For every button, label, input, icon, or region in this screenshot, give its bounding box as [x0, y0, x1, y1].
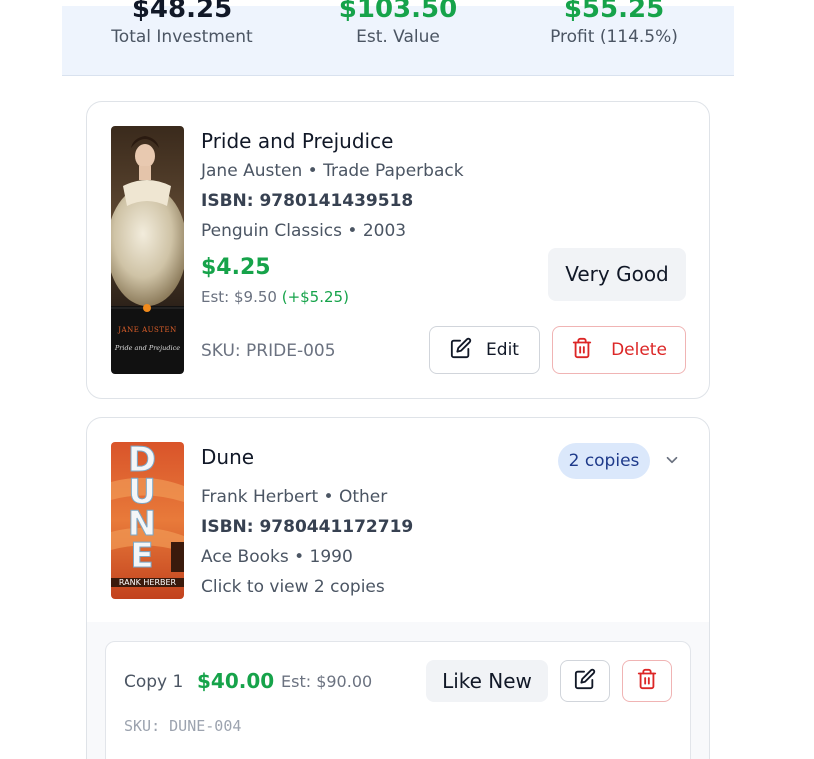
book-cover-image: JANE AUSTEN Pride and Prejudice [111, 126, 184, 374]
est-value-value: $103.50 [338, 0, 458, 24]
est-value-label: Est. Value [356, 27, 440, 47]
delete-button[interactable]: Delete [552, 326, 686, 374]
copy-edit-button[interactable] [560, 660, 610, 702]
cover-title-text: DUNE [127, 442, 157, 576]
copy-delete-button[interactable] [622, 660, 672, 702]
copy-label: Copy 1 [124, 672, 184, 692]
cover-author-text: JANE AUSTEN [118, 326, 177, 334]
pencil-square-icon [574, 668, 596, 694]
profit-stat: $55.25 Profit (114.5%) [514, 0, 714, 47]
book-publisher-year: Penguin Classics • 2003 [201, 221, 407, 241]
copy-condition-badge: Like New [426, 660, 548, 702]
book-gain: (+$5.25) [281, 288, 349, 306]
book-est-value: Est: $9.50 (+$5.25) [201, 288, 349, 306]
book-isbn: ISBN: 9780441172719 [201, 517, 414, 537]
book-title: Pride and Prejudice [201, 129, 394, 153]
condition-badge: Very Good [548, 248, 686, 301]
profit-value: $55.25 [563, 0, 665, 24]
book-isbn: ISBN: 9780141439518 [201, 191, 414, 211]
total-investment-value: $48.25 [131, 0, 233, 24]
pencil-square-icon [450, 337, 472, 364]
book-publisher-year: Ace Books • 1990 [201, 547, 353, 567]
book-card-dune[interactable]: DUNE RANK HERBER Dune Frank Herbert • Ot… [86, 417, 710, 759]
trash-icon [636, 668, 658, 694]
book-card-pride-and-prejudice[interactable]: JANE AUSTEN Pride and Prejudice Pride an… [86, 101, 710, 399]
total-investment-label: Total Investment [111, 27, 253, 47]
est-value-stat: $103.50 Est. Value [298, 0, 498, 47]
book-title: Dune [201, 445, 255, 469]
cover-author-text: RANK HERBER [111, 578, 184, 587]
book-price: $4.25 [201, 255, 271, 280]
inventory-summary: $48.25 Total Investment $103.50 Est. Val… [62, 0, 734, 76]
profit-label: Profit (114.5%) [550, 27, 678, 47]
copy-est-value: Est: $90.00 [281, 672, 373, 691]
book-est-text: Est: $9.50 [201, 288, 277, 306]
copy-price: $40.00 [197, 669, 275, 693]
cover-title-text: Pride and Prejudice [114, 344, 181, 352]
total-investment-stat: $48.25 Total Investment [82, 0, 282, 47]
copies-panel: Copy 1 $40.00 Est: $90.00 Like New SKU: … [87, 622, 709, 759]
edit-button[interactable]: Edit [429, 326, 540, 374]
edit-button-label: Edit [486, 340, 519, 360]
view-copies-hint[interactable]: Click to view 2 copies [201, 577, 385, 597]
trash-icon [571, 337, 593, 364]
book-sku: SKU: PRIDE-005 [201, 341, 336, 361]
copies-count-badge[interactable]: 2 copies [558, 443, 650, 479]
book-cover-image: DUNE RANK HERBER [111, 442, 184, 599]
book-author-format: Jane Austen • Trade Paperback [201, 161, 464, 181]
book-author-format: Frank Herbert • Other [201, 487, 388, 507]
copy-sku: SKU: DUNE-004 [124, 717, 242, 735]
delete-button-label: Delete [611, 340, 667, 360]
chevron-down-icon[interactable] [663, 451, 681, 469]
copy-row: Copy 1 $40.00 Est: $90.00 Like New SKU: … [105, 641, 691, 759]
